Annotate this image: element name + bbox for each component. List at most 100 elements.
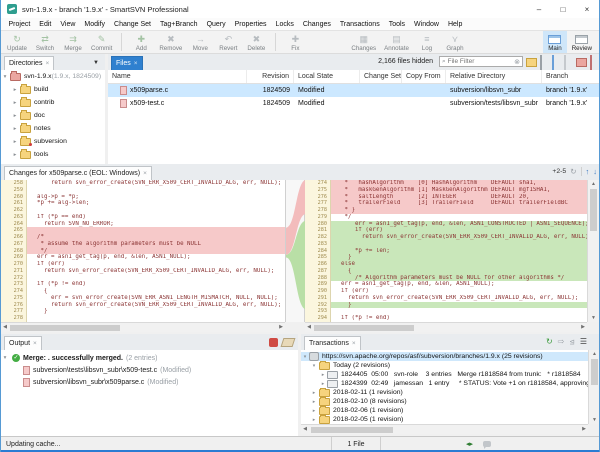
transaction-row[interactable]: ▸ 2018-02-10 (8 revisions) bbox=[301, 397, 588, 406]
stop-icon[interactable] bbox=[269, 338, 278, 347]
toolbar-button[interactable]: ✚ Fix bbox=[281, 31, 309, 53]
expander-icon[interactable]: ▸ bbox=[319, 381, 327, 387]
close-tab-icon[interactable]: × bbox=[143, 167, 147, 180]
directory-tree-item[interactable]: ▸ contrib bbox=[1, 96, 105, 109]
expander-icon[interactable]: ▸ bbox=[11, 126, 19, 132]
expander-icon[interactable]: ▸ bbox=[11, 100, 19, 106]
expander-icon[interactable]: ▸ bbox=[11, 139, 19, 145]
expander-icon[interactable]: ▸ bbox=[11, 87, 19, 93]
close-button[interactable]: × bbox=[575, 1, 599, 18]
mark-read-icon[interactable]: ⇨ bbox=[558, 337, 565, 346]
tab-directories[interactable]: Directories × bbox=[4, 56, 54, 70]
menu-item[interactable]: Project bbox=[4, 21, 35, 28]
expander-icon[interactable]: ▸ bbox=[11, 152, 19, 158]
expander-icon[interactable]: ▾ bbox=[310, 363, 318, 369]
menu-item[interactable]: Edit bbox=[35, 21, 56, 28]
file-row[interactable]: x509-test.c 1824509 Modified subversion/… bbox=[108, 97, 600, 110]
transaction-row[interactable]: ▸ 1824399 02:49 jamessan 1 entry * STATU… bbox=[301, 379, 588, 388]
toolbar-button[interactable]: ⋎ Graph bbox=[441, 31, 469, 53]
minimize-button[interactable]: – bbox=[527, 1, 551, 18]
diff-right-pane[interactable]: 274 * hashAlgorithm [0] HashAlgorithm DE… bbox=[305, 180, 587, 322]
directories-menu-icon[interactable]: ▼ bbox=[93, 60, 99, 66]
column-header[interactable]: Name bbox=[108, 70, 247, 83]
directory-tree-item[interactable]: ▸ doc bbox=[1, 109, 105, 122]
column-header[interactable]: Branch bbox=[542, 70, 600, 83]
diff-left-pane[interactable]: 258 return svn_error_create(SVN_ERR_X509… bbox=[1, 180, 285, 322]
directory-tree-item[interactable]: ▸ tools bbox=[1, 148, 105, 161]
expander-icon[interactable]: ▸ bbox=[310, 399, 318, 405]
file-filter-box[interactable]: ⌕ ⊗ bbox=[439, 56, 523, 67]
menu-icon[interactable]: ☰ bbox=[580, 337, 587, 346]
clear-output-icon[interactable] bbox=[281, 338, 296, 347]
transactions-hscrollbar[interactable]: ◀ ▶ bbox=[301, 424, 588, 434]
expander-icon[interactable]: ▾ bbox=[1, 355, 9, 361]
transaction-row[interactable]: ▾ Today (2 revisions) bbox=[301, 361, 588, 370]
expander-icon[interactable]: ▸ bbox=[319, 372, 327, 378]
toolbar-button[interactable]: ⇉ Merge bbox=[59, 31, 87, 53]
menu-item[interactable]: Change Set bbox=[110, 21, 156, 28]
menu-item[interactable]: Help bbox=[443, 21, 466, 28]
column-header[interactable]: Change Set bbox=[360, 70, 402, 83]
menu-item[interactable]: Query bbox=[202, 21, 230, 28]
file-filter-input[interactable] bbox=[448, 58, 514, 65]
column-header[interactable]: Local State bbox=[294, 70, 360, 83]
directory-tree-item[interactable]: ▸ notes bbox=[1, 122, 105, 135]
diff-left-hscrollbar[interactable]: ◀ ▶ bbox=[1, 322, 285, 332]
toolbar-button[interactable]: ↶ Revert bbox=[214, 31, 242, 53]
expander-icon[interactable]: ▸ bbox=[310, 390, 318, 396]
directory-tree-item[interactable]: ▾ svn-1.9.x (1.9.x, 1824509) bbox=[1, 70, 105, 83]
menu-item[interactable]: Locks bbox=[271, 21, 298, 28]
expander-icon[interactable]: ▾ bbox=[1, 74, 9, 80]
toolbar-button[interactable]: ✖ Delete bbox=[242, 31, 270, 53]
toolbar-button[interactable]: ✖ Remove bbox=[155, 31, 186, 53]
next-change-icon[interactable]: ↓ bbox=[593, 167, 597, 176]
toolbar-button[interactable]: ▤ Annotate bbox=[380, 31, 413, 53]
toolbar-button[interactable]: ✚ Add bbox=[127, 31, 155, 53]
menu-item[interactable]: Transactions bbox=[335, 21, 384, 28]
diff-vertical-scrollbar[interactable]: ▲ ▼ bbox=[587, 180, 599, 322]
toolbar-button[interactable]: ✎ Commit bbox=[87, 31, 116, 53]
file-row[interactable]: x509parse.c 1824509 Modified subversion/… bbox=[108, 84, 600, 97]
transaction-row[interactable]: ▸ 2018-02-11 (1 revision) bbox=[301, 388, 588, 397]
toolbar-button[interactable]: ▦ Changes bbox=[347, 31, 380, 53]
menu-item[interactable]: Tools bbox=[384, 21, 409, 28]
column-header[interactable]: Revision bbox=[247, 70, 294, 83]
menu-item[interactable]: Properties bbox=[230, 21, 271, 28]
transaction-row[interactable]: ▸ 1824405 05:00 svn-role 3 entries Merge… bbox=[301, 370, 588, 379]
directory-tree-item[interactable]: ▸ subversion bbox=[1, 135, 105, 148]
transaction-row[interactable]: ▸ 2018-02-05 (1 revision) bbox=[301, 415, 588, 424]
close-tab-icon[interactable]: × bbox=[134, 57, 138, 70]
transactions-vertical-scrollbar[interactable]: ▲ ▼ bbox=[588, 350, 600, 424]
toolbar-button[interactable]: ≡ Log bbox=[413, 31, 441, 53]
folder-filter-icon[interactable] bbox=[526, 58, 537, 67]
menu-item[interactable]: Window bbox=[410, 21, 444, 28]
refresh-icon[interactable]: ↻ bbox=[546, 337, 553, 346]
expander-icon[interactable]: ▸ bbox=[310, 417, 318, 423]
transaction-row[interactable]: ▸ 2018-02-06 (1 revision) bbox=[301, 406, 588, 415]
expander-icon[interactable]: ▾ bbox=[301, 354, 309, 360]
output-root-item[interactable]: ▾ Merge: . successfully merged. (2 entri… bbox=[1, 352, 298, 364]
transaction-row[interactable]: ▾ https://svn.apache.org/repos/asf/subve… bbox=[301, 352, 588, 361]
view-review-button[interactable]: Review bbox=[567, 31, 597, 53]
close-tab-icon[interactable]: × bbox=[352, 337, 356, 350]
output-file-item[interactable]: subversion\tests\libsvn_subr\x509-test.c… bbox=[1, 364, 298, 376]
toolbar-button[interactable]: ↻ Update bbox=[3, 31, 31, 53]
expander-icon[interactable]: ▸ bbox=[310, 408, 318, 414]
toolbar-button[interactable]: → Move bbox=[186, 31, 214, 53]
modified-folder-filter-icon[interactable] bbox=[576, 58, 587, 67]
close-tab-icon[interactable]: × bbox=[45, 57, 49, 70]
close-tab-icon[interactable]: × bbox=[33, 337, 37, 350]
tab-output[interactable]: Output × bbox=[4, 336, 42, 350]
tab-transactions[interactable]: Transactions × bbox=[304, 336, 361, 350]
menu-item[interactable]: Tag+Branch bbox=[156, 21, 203, 28]
menu-item[interactable]: View bbox=[56, 21, 80, 28]
diff-right-hscrollbar[interactable]: ◀ ▶ bbox=[305, 322, 587, 332]
directory-tree-item[interactable]: ▸ build bbox=[1, 83, 105, 96]
view-main-button[interactable]: Main bbox=[543, 31, 566, 53]
refresh-icon[interactable]: ↻ bbox=[570, 167, 576, 176]
menu-item[interactable]: Changes bbox=[298, 21, 335, 28]
toolbar-button[interactable]: ⇄ Switch bbox=[31, 31, 59, 53]
expander-icon[interactable]: ▸ bbox=[11, 113, 19, 119]
column-header[interactable]: Relative Directory bbox=[446, 70, 542, 83]
tab-diff[interactable]: Changes for x509parse.c (EOL: Windows) × bbox=[4, 166, 152, 180]
